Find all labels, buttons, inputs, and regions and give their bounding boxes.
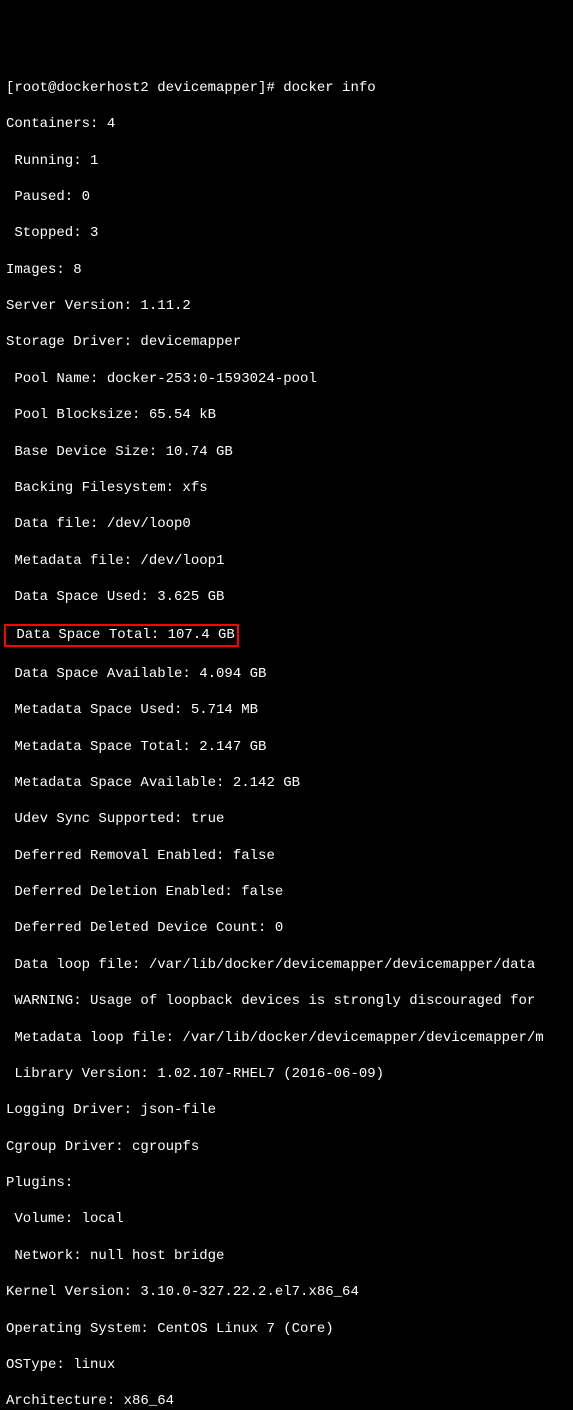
ostype-line: OSType: linux xyxy=(6,1356,567,1374)
storage-driver-line: Storage Driver: devicemapper xyxy=(6,333,567,351)
library-version-line: Library Version: 1.02.107-RHEL7 (2016-06… xyxy=(6,1065,567,1083)
pool-name-line: Pool Name: docker-253:0-1593024-pool xyxy=(6,370,567,388)
operating-system-line: Operating System: CentOS Linux 7 (Core) xyxy=(6,1320,567,1338)
plugins-line: Plugins: xyxy=(6,1174,567,1192)
data-space-avail-line: Data Space Available: 4.094 GB xyxy=(6,665,567,683)
data-space-total-container: Data Space Total: 107.4 GB xyxy=(6,624,567,646)
kernel-version-line: Kernel Version: 3.10.0-327.22.2.el7.x86_… xyxy=(6,1283,567,1301)
backing-fs-line: Backing Filesystem: xfs xyxy=(6,479,567,497)
pool-blocksize-line: Pool Blocksize: 65.54 kB xyxy=(6,406,567,424)
deferred-deleted-count-line: Deferred Deleted Device Count: 0 xyxy=(6,919,567,937)
stopped-line: Stopped: 3 xyxy=(6,224,567,242)
data-file-line: Data file: /dev/loop0 xyxy=(6,515,567,533)
udev-sync-line: Udev Sync Supported: true xyxy=(6,810,567,828)
data-space-used-line: Data Space Used: 3.625 GB xyxy=(6,588,567,606)
images-line: Images: 8 xyxy=(6,261,567,279)
warning-line: WARNING: Usage of loopback devices is st… xyxy=(6,992,567,1010)
containers-line: Containers: 4 xyxy=(6,115,567,133)
volume-line: Volume: local xyxy=(6,1210,567,1228)
terminal-prompt-line: [root@dockerhost2 devicemapper]# docker … xyxy=(6,79,567,97)
metadata-file-line: Metadata file: /dev/loop1 xyxy=(6,552,567,570)
logging-driver-line: Logging Driver: json-file xyxy=(6,1101,567,1119)
base-device-size-line: Base Device Size: 10.74 GB xyxy=(6,443,567,461)
metadata-space-used-line: Metadata Space Used: 5.714 MB xyxy=(6,701,567,719)
metadata-space-avail-line: Metadata Space Available: 2.142 GB xyxy=(6,774,567,792)
metadata-space-total-line: Metadata Space Total: 2.147 GB xyxy=(6,738,567,756)
deferred-deletion-line: Deferred Deletion Enabled: false xyxy=(6,883,567,901)
running-line: Running: 1 xyxy=(6,152,567,170)
data-loop-file-line: Data loop file: /var/lib/docker/devicema… xyxy=(6,956,567,974)
deferred-removal-line: Deferred Removal Enabled: false xyxy=(6,847,567,865)
network-line: Network: null host bridge xyxy=(6,1247,567,1265)
metadata-loop-file-line: Metadata loop file: /var/lib/docker/devi… xyxy=(6,1029,567,1047)
architecture-line: Architecture: x86_64 xyxy=(6,1392,567,1410)
data-space-total-highlight: Data Space Total: 107.4 GB xyxy=(4,624,239,646)
cgroup-driver-line: Cgroup Driver: cgroupfs xyxy=(6,1138,567,1156)
paused-line: Paused: 0 xyxy=(6,188,567,206)
server-version-line: Server Version: 1.11.2 xyxy=(6,297,567,315)
